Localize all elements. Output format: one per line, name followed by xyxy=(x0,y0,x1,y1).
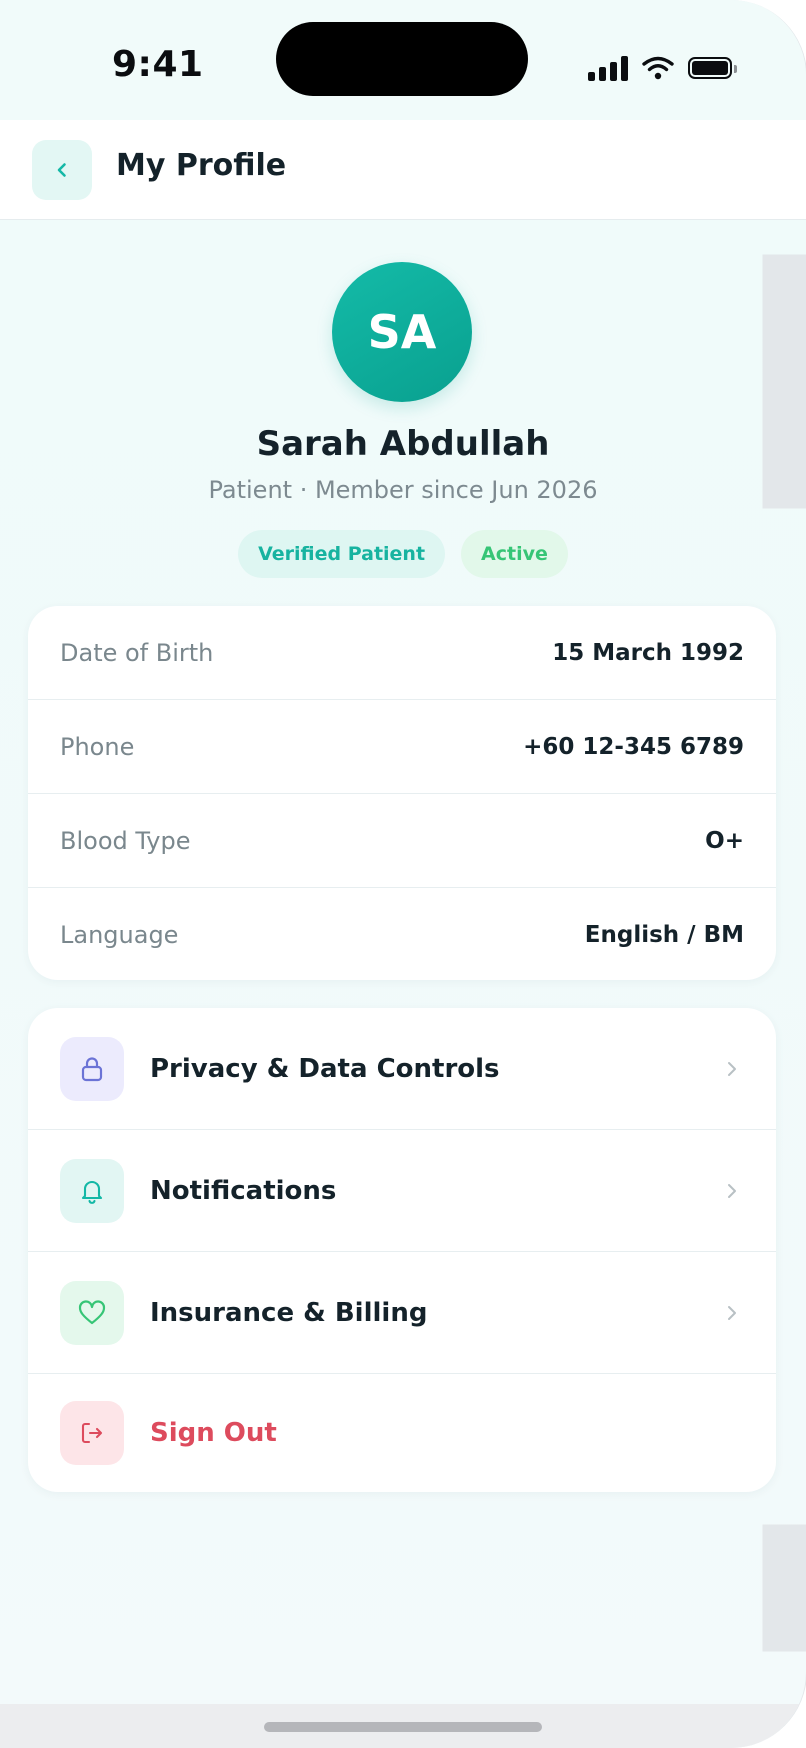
menu-item-label: Insurance & Billing xyxy=(150,1297,428,1328)
menu-item-label: Privacy & Data Controls xyxy=(150,1053,500,1084)
info-row-phone: Phone +60 12-345 6789 xyxy=(28,700,776,794)
info-value: 15 March 1992 xyxy=(552,639,744,666)
info-label: Phone xyxy=(60,732,135,761)
battery-icon xyxy=(688,57,737,79)
menu-item-sign-out[interactable]: Sign Out xyxy=(28,1374,776,1492)
status-icons xyxy=(588,48,737,88)
status-badges: Verified Patient Active xyxy=(0,530,806,578)
sign-out-icon xyxy=(60,1401,124,1465)
back-button[interactable] xyxy=(32,140,92,200)
menu-item-insurance[interactable]: Insurance & Billing xyxy=(28,1252,776,1374)
info-value: +60 12-345 6789 xyxy=(523,733,744,760)
profile-subtitle: Patient · Member since Jun 2026 xyxy=(208,476,598,504)
info-label: Language xyxy=(60,921,179,949)
menu-item-label: Sign Out xyxy=(150,1418,277,1448)
settings-menu-card: Privacy & Data Controls Notifications In… xyxy=(28,1008,776,1492)
avatar-initials: SA xyxy=(367,305,437,359)
heart-icon xyxy=(60,1280,124,1345)
dynamic-island xyxy=(276,22,528,96)
status-bar: 9:41 xyxy=(0,0,806,120)
lock-icon xyxy=(60,1036,124,1101)
cellular-signal-icon xyxy=(588,55,628,81)
chevron-right-icon xyxy=(720,1179,744,1203)
info-row-date-of-birth: Date of Birth 15 March 1992 xyxy=(28,606,776,700)
bell-icon xyxy=(60,1158,124,1223)
top-header: My Profile xyxy=(0,120,806,220)
menu-item-label: Notifications xyxy=(150,1175,337,1206)
info-row-language: Language English / BM xyxy=(28,888,776,980)
info-label: Date of Birth xyxy=(60,638,214,667)
page-title: My Profile xyxy=(116,148,287,183)
chevron-right-icon xyxy=(720,1301,744,1325)
status-time: 9:41 xyxy=(112,44,204,85)
menu-item-notifications[interactable]: Notifications xyxy=(28,1130,776,1252)
wifi-icon xyxy=(642,56,674,80)
info-value: O+ xyxy=(705,827,744,854)
phone-device: 9:41 My Profile SA Sarah Abdullah Patien… xyxy=(0,0,806,1748)
info-label: Blood Type xyxy=(60,826,191,855)
chevron-right-icon xyxy=(720,1057,744,1081)
home-indicator[interactable] xyxy=(264,1722,542,1732)
avatar: SA xyxy=(332,262,472,402)
active-badge: Active xyxy=(461,530,568,578)
personal-info-card: Date of Birth 15 March 1992 Phone +60 12… xyxy=(28,606,776,980)
chevron-left-icon xyxy=(57,163,66,177)
info-row-blood-type: Blood Type O+ xyxy=(28,794,776,888)
info-value: English / BM xyxy=(584,922,744,948)
verified-patient-badge: Verified Patient xyxy=(238,530,446,578)
menu-item-privacy[interactable]: Privacy & Data Controls xyxy=(28,1008,776,1130)
profile-name: Sarah Abdullah xyxy=(256,424,550,464)
profile-screen: 9:41 My Profile SA Sarah Abdullah Patien… xyxy=(0,0,806,1748)
